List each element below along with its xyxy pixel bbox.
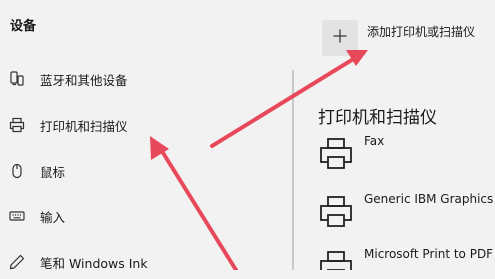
pane-divider	[292, 70, 294, 270]
printer-item-ms-pdf[interactable]: Microsoft Print to PDF	[318, 245, 495, 270]
sidebar-item-input[interactable]: 输入	[0, 199, 290, 233]
sidebar-item-label: 打印机和扫描仪	[40, 118, 128, 134]
printer-name: Fax	[364, 134, 385, 148]
printer-item-generic-ibm[interactable]: Generic IBM Graphics 9	[318, 190, 495, 232]
add-printer-button[interactable]	[322, 20, 358, 56]
keyboard-icon	[8, 207, 26, 225]
printer-icon	[318, 136, 354, 172]
printer-icon	[8, 116, 26, 134]
mouse-icon	[8, 162, 26, 180]
sidebar-item-bluetooth[interactable]: 蓝牙和其他设备	[0, 62, 290, 96]
printer-name: Microsoft Print to PDF	[364, 247, 494, 261]
bluetooth-devices-icon	[8, 70, 26, 88]
sidebar-item-label: 鼠标	[40, 164, 66, 180]
printer-icon	[318, 249, 354, 270]
pen-icon	[8, 253, 26, 271]
sidebar-item-pen[interactable]: 笔和 Windows Ink	[0, 245, 290, 279]
settings-sidebar: 设备 蓝牙和其他设备 打印机和扫描仪 鼠标 输入 笔和 Windows Ink	[0, 0, 292, 271]
sidebar-item-label: 输入	[40, 209, 66, 225]
printer-name: Generic IBM Graphics 9	[364, 192, 495, 206]
printer-icon	[318, 194, 354, 230]
add-printer-label[interactable]: 添加打印机或扫描仪	[367, 23, 475, 40]
plus-icon	[332, 28, 348, 48]
printer-item-fax[interactable]: Fax	[318, 132, 495, 174]
sidebar-item-printers[interactable]: 打印机和扫描仪	[0, 108, 290, 142]
sidebar-section-title: 设备	[10, 19, 37, 34]
sidebar-item-mouse[interactable]: 鼠标	[0, 154, 290, 188]
sidebar-item-label: 蓝牙和其他设备	[40, 72, 128, 88]
sidebar-item-label: 笔和 Windows Ink	[40, 255, 148, 271]
page-title: 打印机和扫描仪	[318, 108, 437, 128]
